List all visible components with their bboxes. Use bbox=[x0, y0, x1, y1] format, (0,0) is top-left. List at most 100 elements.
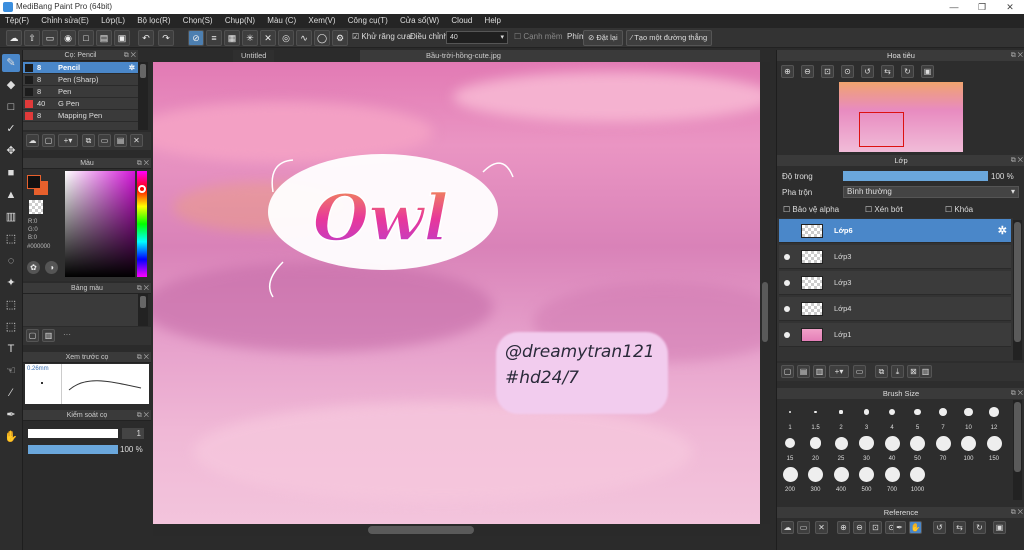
flip-icon[interactable]: ⇆ bbox=[953, 521, 966, 534]
zoom-in-icon[interactable]: ⊕ bbox=[781, 65, 794, 78]
brush-size-option[interactable]: 400 bbox=[829, 464, 853, 494]
palette-icon[interactable]: ✿ bbox=[27, 261, 40, 274]
brush-size-option[interactable]: 500 bbox=[855, 464, 879, 494]
menu-view[interactable]: Xem(V) bbox=[303, 14, 340, 28]
curve-snap-icon[interactable]: ∿ bbox=[296, 30, 312, 46]
create-path-button[interactable]: ⁄ Tạo một đường thẳng bbox=[626, 30, 713, 46]
cloud-brush-icon[interactable]: ☁ bbox=[26, 134, 39, 147]
brush-size-option[interactable]: 25 bbox=[829, 433, 853, 463]
shape-tool-icon[interactable]: ■ bbox=[2, 164, 20, 182]
tab-image-file[interactable]: Bầu-trời-hồng-cute.jpg bbox=[360, 50, 760, 62]
ellipse-snap-icon[interactable]: ◯ bbox=[314, 30, 330, 46]
brush-size-option[interactable]: 40 bbox=[880, 433, 904, 463]
brush-size-option[interactable]: 70 bbox=[931, 433, 955, 463]
comment-icon[interactable]: ▭ bbox=[42, 30, 58, 46]
brush-size-option[interactable]: 20 bbox=[804, 433, 828, 463]
save-icon[interactable]: ▣ bbox=[114, 30, 130, 46]
brush-size-option[interactable]: 12 bbox=[982, 402, 1006, 432]
new-file-icon[interactable]: □ bbox=[78, 30, 94, 46]
menu-help[interactable]: Help bbox=[480, 14, 506, 28]
size-slider[interactable] bbox=[28, 429, 118, 438]
detach-icon[interactable]: ⧉ ✕ bbox=[1011, 155, 1023, 166]
minimize-button[interactable]: — bbox=[940, 0, 968, 14]
brush-item-pencil[interactable]: 8 Pencil ✲ bbox=[23, 62, 138, 74]
menu-tools[interactable]: Công cụ(T) bbox=[343, 14, 393, 28]
layer-row-3b[interactable]: Lớp3 bbox=[779, 271, 1011, 295]
tab-untitled[interactable]: Untitled bbox=[233, 50, 275, 62]
cloud-reference-icon[interactable]: ☁ bbox=[781, 521, 794, 534]
canvas-vscrollbar[interactable] bbox=[760, 62, 770, 524]
gear-icon[interactable]: ✲ bbox=[998, 219, 1007, 243]
brush-size-option[interactable]: 1 bbox=[778, 402, 802, 432]
eyedropper-icon[interactable]: ✒ bbox=[893, 521, 906, 534]
eye-icon[interactable] bbox=[784, 332, 790, 338]
operation-tool-icon[interactable]: ☜ bbox=[2, 362, 20, 380]
flip-icon[interactable]: ⇆ bbox=[881, 65, 894, 78]
lock-checkbox[interactable]: ☐ Khóa bbox=[945, 205, 973, 214]
detach-icon[interactable]: ⧉ ✕ bbox=[137, 283, 149, 294]
reset-view-icon[interactable]: ▣ bbox=[993, 521, 1006, 534]
gradient-tool-icon[interactable]: ▥ bbox=[2, 208, 20, 226]
brush-item-pen-sharp[interactable]: 8 Pen (Sharp) bbox=[23, 74, 138, 86]
open-reference-icon[interactable]: ▭ bbox=[797, 521, 810, 534]
snap-settings-icon[interactable]: ⚙ bbox=[332, 30, 348, 46]
select-brush-icon[interactable]: ⬚ bbox=[2, 296, 20, 314]
delete-brush-icon[interactable]: ✕ bbox=[130, 134, 143, 147]
rotate-left-icon[interactable]: ↺ bbox=[861, 65, 874, 78]
new-layer-icon[interactable]: ▢ bbox=[781, 365, 794, 378]
clipping-checkbox[interactable]: ☐ Xén bớt bbox=[865, 205, 903, 214]
layer-row-6[interactable]: Lớp6 ✲ bbox=[779, 219, 1011, 243]
brush-size-option[interactable]: 4 bbox=[880, 402, 904, 432]
zoom-out-icon[interactable]: ⊖ bbox=[801, 65, 814, 78]
brush-item-pen[interactable]: 8 Pen bbox=[23, 86, 138, 98]
new-8bit-layer-icon[interactable]: ▥ bbox=[813, 365, 826, 378]
reset-button[interactable]: ⊘ Đặt lại bbox=[583, 30, 623, 46]
brush-size-option[interactable]: 700 bbox=[880, 464, 904, 494]
text-tool-icon[interactable]: T bbox=[2, 340, 20, 358]
upload-icon[interactable]: ⇧ bbox=[24, 30, 40, 46]
brush-page-icon[interactable]: ▢ bbox=[42, 134, 55, 147]
zoom-out-icon[interactable]: ⊖ bbox=[853, 521, 866, 534]
brush-size-option[interactable]: 10 bbox=[957, 402, 981, 432]
brush-size-option[interactable]: 2 bbox=[829, 402, 853, 432]
radial-snap-icon[interactable]: ✳ bbox=[242, 30, 258, 46]
brush-size-option[interactable]: 100 bbox=[957, 433, 981, 463]
opacity-slider[interactable] bbox=[28, 445, 118, 454]
eye-icon[interactable] bbox=[784, 306, 790, 312]
hue-slider[interactable] bbox=[137, 171, 147, 277]
layer-row-4[interactable]: Lớp4 bbox=[779, 297, 1011, 321]
brush-size-option[interactable]: 1000 bbox=[906, 464, 930, 494]
brush-size-option[interactable]: 1.5 bbox=[804, 402, 828, 432]
blend-dropdown[interactable]: Bình thường ▾ bbox=[843, 186, 1019, 198]
select-tool-icon[interactable]: ⬚ bbox=[2, 230, 20, 248]
protect-alpha-checkbox[interactable]: ☐ Bảo vệ alpha bbox=[783, 205, 839, 214]
magic-wand-icon[interactable]: ✦ bbox=[2, 274, 20, 292]
lasso-tool-icon[interactable]: ◌ bbox=[2, 252, 20, 270]
detach-icon[interactable]: ⧉ ✕ bbox=[1011, 388, 1023, 399]
select-eraser-icon[interactable]: ⬚ bbox=[2, 318, 20, 336]
hand-tool-icon[interactable]: ✋ bbox=[2, 428, 20, 446]
color-wheel-icon[interactable]: ◑ bbox=[45, 261, 58, 274]
detach-icon[interactable]: ⧉ ✕ bbox=[124, 50, 136, 61]
folder-icon[interactable]: ▭ bbox=[98, 134, 111, 147]
duplicate-layer-icon[interactable]: ⧉ bbox=[875, 365, 888, 378]
rotate-right-icon[interactable]: ↻ bbox=[973, 521, 986, 534]
reset-view-icon[interactable]: ▣ bbox=[921, 65, 934, 78]
foreground-color-swatch[interactable] bbox=[27, 175, 41, 189]
close-button[interactable]: ✕ bbox=[996, 0, 1024, 14]
parallel-snap-icon[interactable]: ≡ bbox=[206, 30, 222, 46]
brush-size-option[interactable]: 50 bbox=[906, 433, 930, 463]
menu-cloud[interactable]: Cloud bbox=[446, 14, 477, 28]
dot-tool-icon[interactable]: □ bbox=[2, 98, 20, 116]
brush-size-option[interactable]: 5 bbox=[906, 402, 930, 432]
layer-opacity-slider[interactable] bbox=[843, 171, 988, 181]
menu-layer[interactable]: Lớp(L) bbox=[96, 14, 130, 28]
snap-off-icon[interactable]: ⊘ bbox=[188, 30, 204, 46]
hand-icon[interactable]: ✋ bbox=[909, 521, 922, 534]
select-pen-icon[interactable]: ✓ bbox=[2, 120, 20, 138]
brush-size-option[interactable]: 150 bbox=[982, 433, 1006, 463]
canvas-hscrollbar[interactable] bbox=[153, 524, 760, 536]
brush-size-option[interactable]: 300 bbox=[804, 464, 828, 494]
eyedropper-icon[interactable]: ✒ bbox=[2, 406, 20, 424]
brush-size-option[interactable]: 200 bbox=[778, 464, 802, 494]
